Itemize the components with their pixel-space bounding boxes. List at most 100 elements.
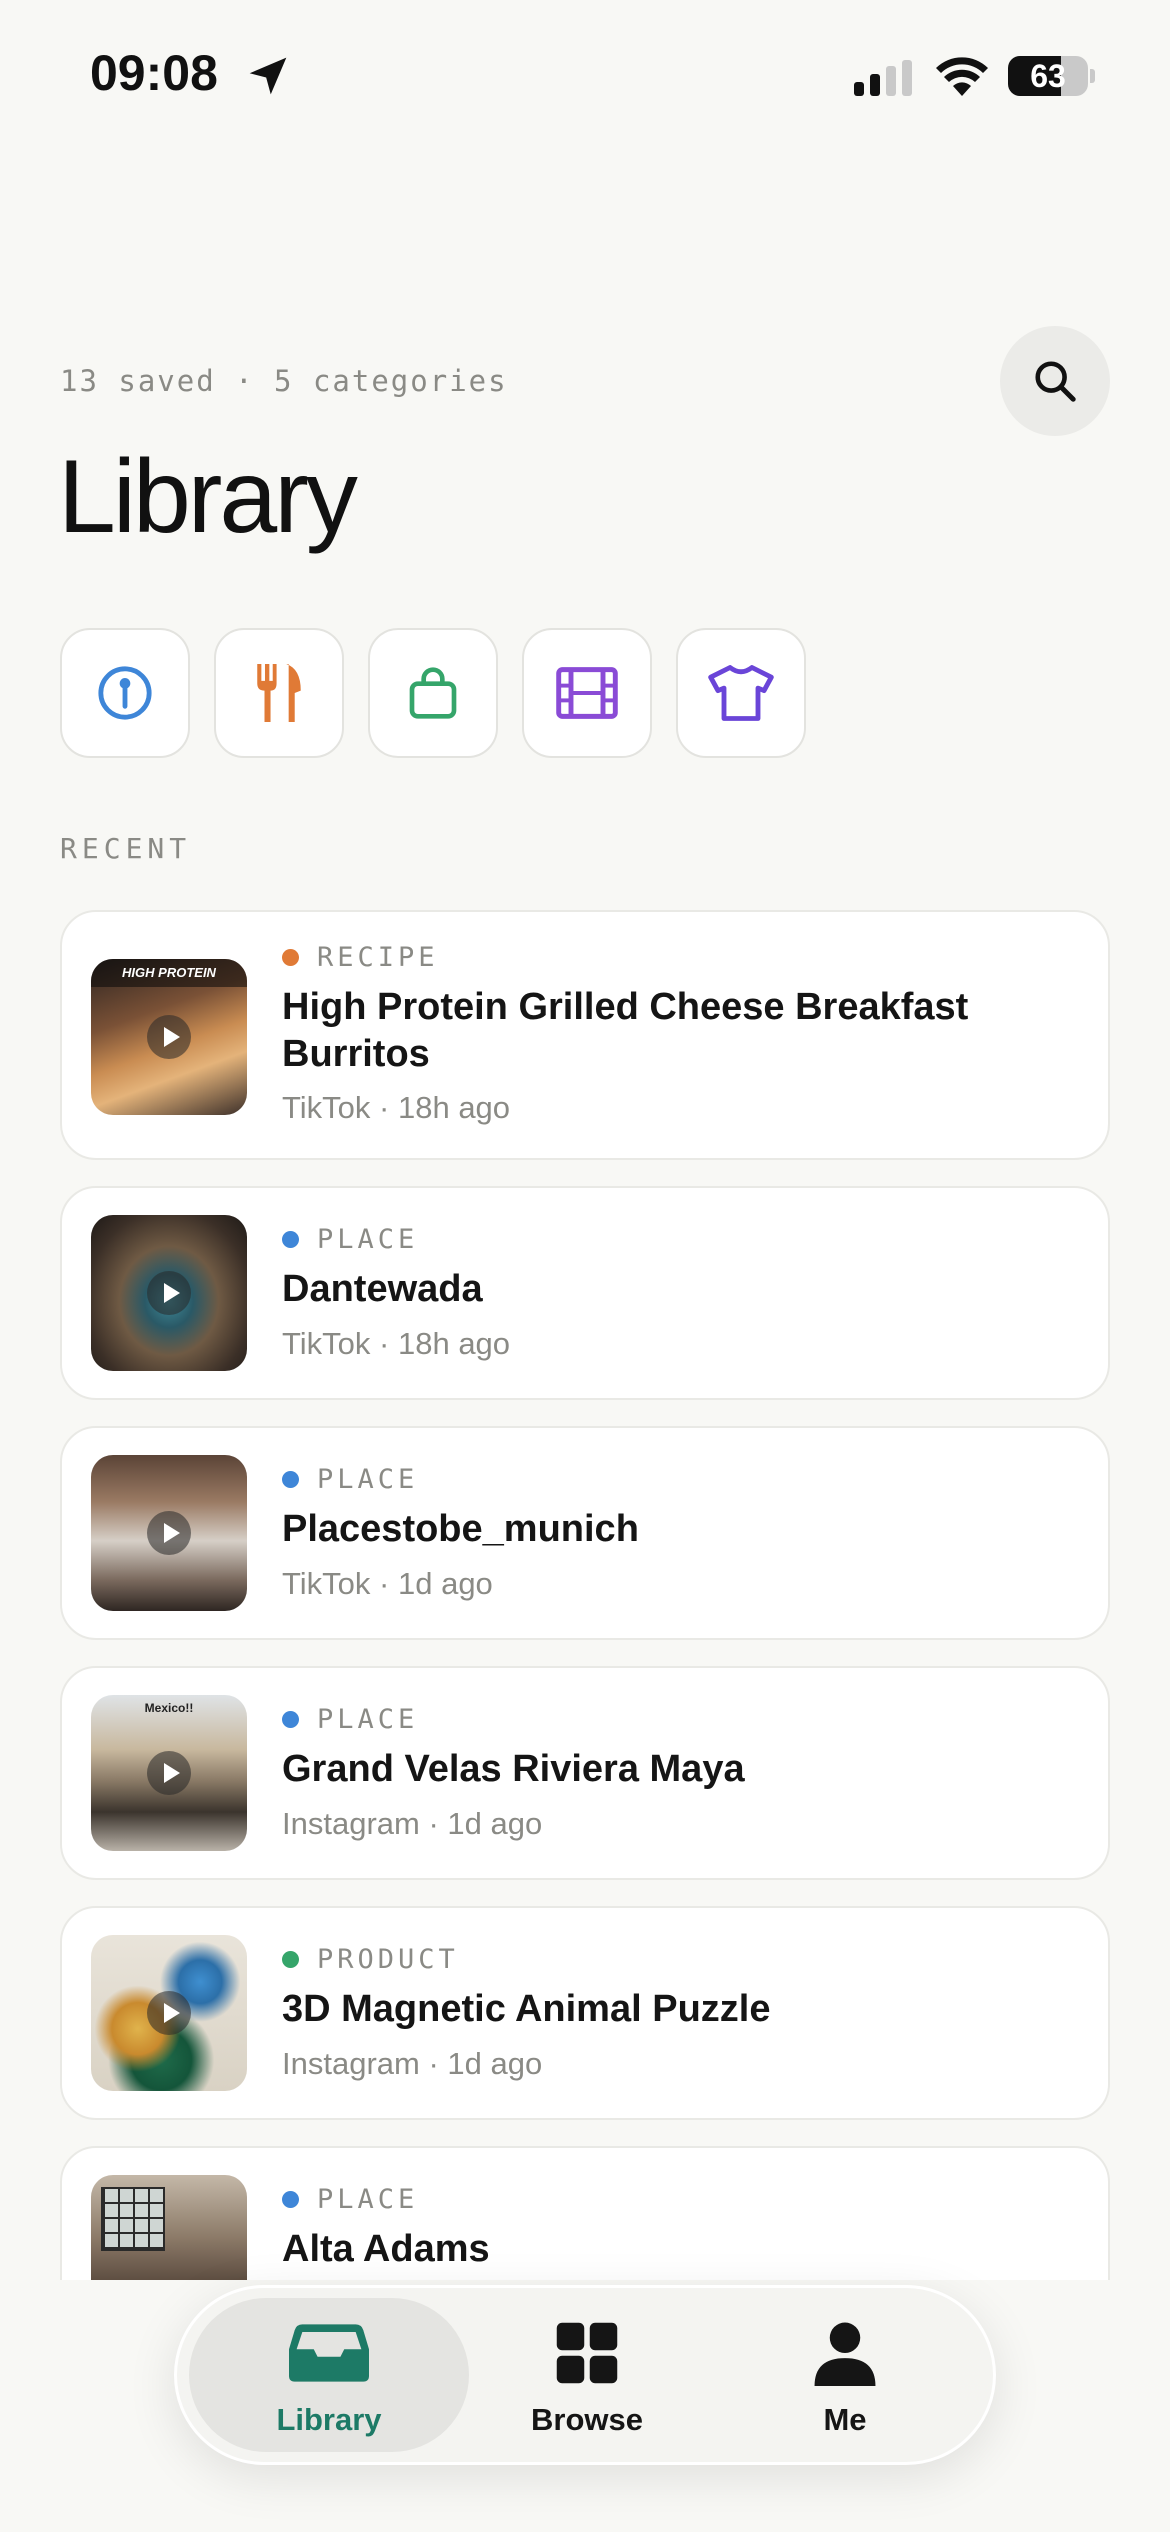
item-source: TikTok [282,1090,371,1125]
saved-item-card[interactable]: PLACE Dantewada TikTok · 18h ago [60,1186,1110,1400]
cellular-signal-icon [854,60,912,96]
item-title: Placestobe_munich [282,1508,639,1550]
item-meta: Instagram · 1d ago [282,2046,542,2082]
tab-label: Library [276,2402,382,2437]
category-label: RECIPE [317,942,439,973]
saved-item-card[interactable]: Mexico!! PLACE Grand Velas Riviera Maya … [60,1666,1110,1880]
item-source: Instagram [282,2046,420,2081]
item-time: 1d ago [397,1566,493,1601]
item-category: PLACE [282,1704,418,1735]
item-time: 1d ago [447,2046,543,2081]
item-title: Alta Adams [282,2228,490,2270]
category-dot [282,1711,299,1728]
item-title: Grand Velas Riviera Maya [282,1748,745,1790]
meta-separator: · [370,1566,398,1601]
recent-list: HIGH PROTEIN RECIPE High Protein Grilled… [60,910,1110,2280]
play-icon [147,1751,191,1795]
search-button[interactable] [1000,326,1110,436]
thumbnail-caption: HIGH PROTEIN [122,965,216,980]
thumbnail-caption: Mexico!! [144,1701,194,1715]
category-label: PRODUCT [317,1944,459,1975]
item-title: Dantewada [282,1268,483,1310]
item-source: Instagram [282,1806,420,1841]
item-thumbnail [91,2175,247,2280]
item-category: RECIPE [282,942,439,973]
category-label: PLACE [317,1704,419,1735]
meta-separator: · [419,2046,448,2081]
fork-knife-icon [257,664,301,722]
item-meta: Instagram · 1d ago [282,1806,542,1842]
item-time: 1d ago [447,1806,543,1841]
item-time: 18h ago [397,1090,511,1125]
wifi-icon [936,57,988,96]
item-meta: TikTok · 18h ago [282,1326,510,1362]
item-meta: TikTok · 18h ago [282,1090,510,1126]
person-icon [814,2322,876,2386]
item-time: 18h ago [397,1326,511,1361]
tab-label: Me [823,2402,867,2437]
grid-icon [556,2322,618,2384]
category-chip-recipe[interactable] [214,628,344,758]
play-icon [147,1015,191,1059]
category-dot [282,2191,299,2208]
tab-icon-wrap [805,2318,885,2388]
tab-library[interactable]: Library [189,2298,469,2452]
category-chip-media[interactable] [522,628,652,758]
tshirt-icon [708,665,774,721]
item-source: TikTok [282,1326,371,1361]
location-arrow-icon [249,57,287,95]
meta-separator: · [419,1806,448,1841]
tab-icon-wrap [547,2318,627,2388]
item-thumbnail [91,1935,247,2091]
category-chip-fashion[interactable] [676,628,806,758]
category-filter-bar [60,628,806,758]
item-category: PLACE [282,1224,418,1255]
play-icon [147,1511,191,1555]
saved-item-card[interactable]: PLACE Alta Adams [60,2146,1110,2280]
item-category: PLACE [282,2184,418,2215]
item-category: PLACE [282,1464,418,1495]
status-time: 09:08 [90,45,218,101]
tab-label: Browse [531,2402,643,2437]
battery-tip [1090,69,1095,83]
battery-level: 63 [1030,58,1066,94]
saved-item-card[interactable]: PRODUCT 3D Magnetic Animal Puzzle Instag… [60,1906,1110,2120]
pin-icon [98,666,152,720]
item-thumbnail [91,1455,247,1611]
category-label: PLACE [317,1464,419,1495]
item-title: 3D Magnetic Animal Puzzle [282,1988,771,2030]
category-label: PLACE [317,2184,419,2215]
tab-me[interactable]: Me [705,2298,985,2452]
play-icon [147,1991,191,2035]
page-title: Library [58,439,358,555]
tab-browse[interactable]: Browse [447,2298,727,2452]
category-chip-product[interactable] [368,628,498,758]
category-dot [282,1231,299,1248]
item-thumbnail: HIGH PROTEIN [91,959,247,1115]
item-source: TikTok [282,1566,371,1601]
saved-item-card[interactable]: PLACE Placestobe_munich TikTok · 1d ago [60,1426,1110,1640]
item-meta: TikTok · 1d ago [282,1566,493,1602]
category-chip-place[interactable] [60,628,190,758]
category-dot [282,1471,299,1488]
category-dot [282,1951,299,1968]
film-icon [556,667,618,719]
search-icon [1035,361,1076,402]
library-summary: 13 saved · 5 categories [60,364,508,398]
tab-bar: Library Browse Me [174,2285,996,2465]
shopping-bag-icon [409,667,457,719]
inbox-tray-icon [289,2324,369,2382]
item-category: PRODUCT [282,1944,459,1975]
thumbnail-window [101,2187,165,2251]
item-title: High Protein Grilled Cheese Breakfast Bu… [282,986,969,1075]
status-bar: 09:08 63 [0,0,1170,150]
saved-item-card[interactable]: HIGH PROTEIN RECIPE High Protein Grilled… [60,910,1110,1160]
meta-separator: · [370,1090,398,1125]
section-label-recent: RECENT [60,832,192,865]
tab-icon-wrap [289,2318,369,2388]
item-thumbnail [91,1215,247,1371]
category-label: PLACE [317,1224,419,1255]
item-thumbnail: Mexico!! [91,1695,247,1851]
meta-separator: · [370,1326,398,1361]
category-dot [282,949,299,966]
